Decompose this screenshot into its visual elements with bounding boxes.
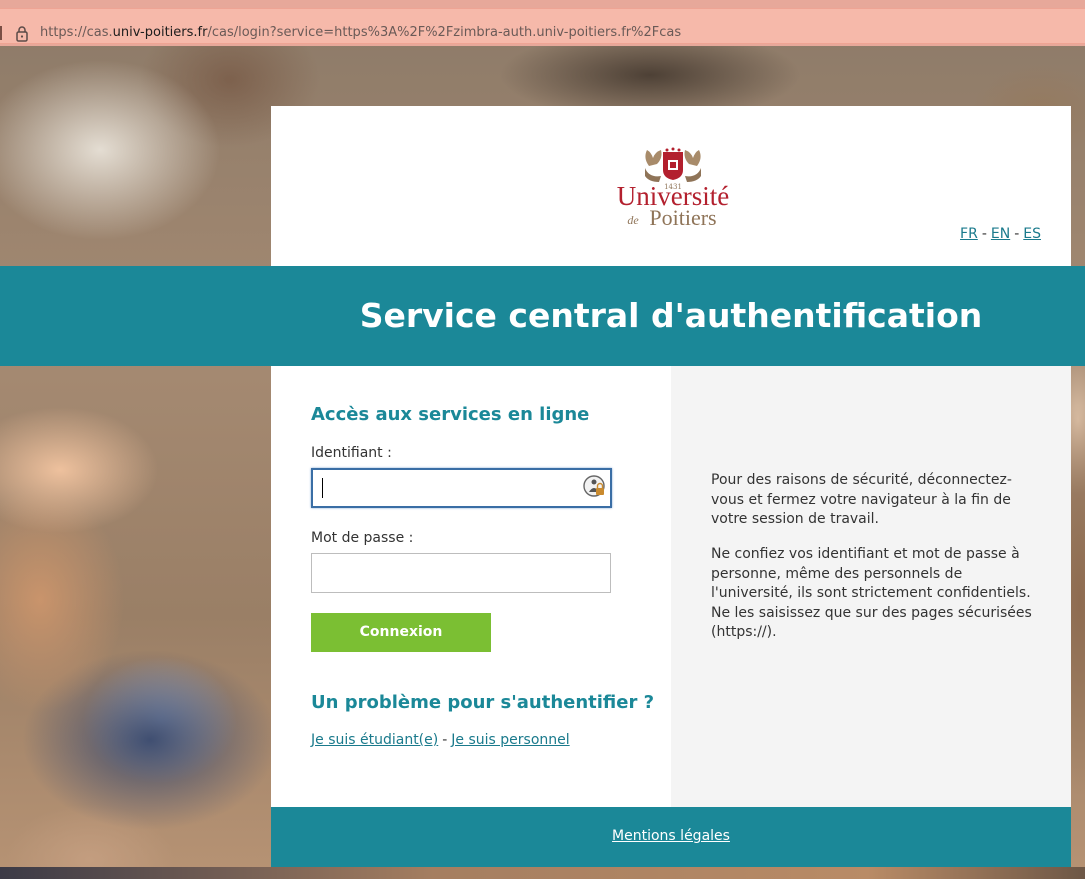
university-logo[interactable]: 1431 Université de Poitiers: [607, 146, 739, 228]
header: 1431 Université de Poitiers FR - EN - ES: [271, 106, 1071, 266]
username-label: Identifiant :: [311, 445, 392, 461]
help-links: Je suis étudiant(e) - Je suis personnel: [311, 732, 570, 748]
lock-icon[interactable]: [15, 25, 29, 43]
help-separator: -: [442, 732, 448, 748]
page: https://cas.univ-poitiers.fr/cas/login?s…: [0, 0, 1085, 879]
logo-text-de: de: [627, 213, 639, 227]
footer: Mentions légales: [271, 807, 1071, 867]
lang-fr-link[interactable]: FR: [960, 226, 978, 242]
password-label: Mot de passe :: [311, 530, 414, 546]
back-button-edge[interactable]: [0, 26, 2, 40]
staff-help-link[interactable]: Je suis personnel: [451, 732, 569, 748]
password-manager-icon[interactable]: [583, 475, 607, 499]
lang-en-link[interactable]: EN: [991, 226, 1010, 242]
url-text[interactable]: https://cas.univ-poitiers.fr/cas/login?s…: [40, 25, 681, 40]
title-band: Service central d'authentification: [0, 266, 1085, 366]
lang-separator: -: [981, 226, 987, 242]
login-button[interactable]: Connexion: [311, 613, 491, 652]
language-switcher: FR - EN - ES: [960, 226, 1041, 242]
browser-url-bar: https://cas.univ-poitiers.fr/cas/login?s…: [0, 0, 1085, 46]
url-path: /cas/login?service=https%3A%2F%2Fzimbra-…: [207, 25, 682, 40]
help-title: Un problème pour s'authentifier ?: [311, 692, 655, 713]
confidentiality-notice: Ne confiez vos identifiant et mot de pas…: [711, 546, 1032, 640]
student-help-link[interactable]: Je suis étudiant(e): [311, 732, 438, 748]
login-section-title: Accès aux services en ligne: [311, 404, 590, 425]
url-field[interactable]: https://cas.univ-poitiers.fr/cas/login?s…: [0, 8, 1085, 44]
lang-separator: -: [1014, 226, 1020, 242]
background-bottom-strip: [0, 867, 1085, 879]
main-panel: Accès aux services en ligne Identifiant …: [271, 366, 1071, 807]
url-domain: univ-poitiers.fr: [112, 25, 208, 40]
crest-icon: [645, 147, 701, 182]
password-input[interactable]: [311, 553, 611, 593]
logo-text-poitiers: Poitiers: [649, 205, 716, 228]
text-caret: [322, 478, 323, 498]
page-title: Service central d'authentification: [359, 296, 983, 335]
username-input[interactable]: [311, 468, 612, 508]
security-info-panel: Pour des raisons de sécurité, déconnecte…: [671, 366, 1071, 807]
login-form: Accès aux services en ligne Identifiant …: [271, 366, 671, 807]
url-prefix: https://cas.: [40, 25, 113, 40]
security-notice: Pour des raisons de sécurité, déconnecte…: [711, 472, 1012, 527]
legal-notice-link[interactable]: Mentions légales: [271, 828, 1071, 844]
lang-es-link[interactable]: ES: [1023, 226, 1041, 242]
